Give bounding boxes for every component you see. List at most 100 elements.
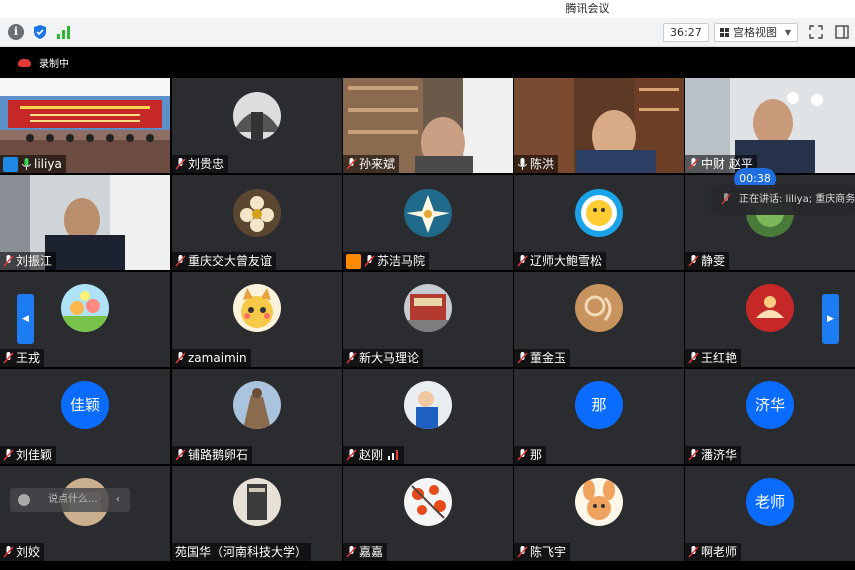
microphone-muted-icon <box>346 352 357 364</box>
participant-name-bar: 刘姣 <box>0 543 45 561</box>
speaking-indicator-text: 正在讲话: liliya; 重庆商务 <box>739 194 855 205</box>
fullscreen-icon[interactable] <box>808 24 824 40</box>
microphone-icon <box>518 158 527 170</box>
participant-name: 潘济华 <box>701 448 738 462</box>
participant-name-bar: 啊老师 <box>685 543 742 561</box>
next-page-button[interactable]: ▶ <box>822 294 839 344</box>
microphone-muted-icon <box>346 546 357 558</box>
participant-tile[interactable]: zamaimin <box>172 272 342 367</box>
shield-icon[interactable] <box>32 24 48 40</box>
chat-input-box[interactable]: 说点什么... ‹ <box>10 488 130 512</box>
participant-name: 啊老师 <box>701 545 738 559</box>
participant-avatar <box>233 189 281 237</box>
participant-tile[interactable]: 刘振江 <box>0 175 170 270</box>
participant-avatar <box>61 284 109 332</box>
participant-avatar <box>233 381 281 429</box>
participant-tile[interactable]: 那 那 <box>514 369 684 464</box>
participant-tile[interactable]: 苏洁马院 <box>343 175 513 270</box>
participant-tile[interactable]: 中财 赵平 <box>685 78 855 173</box>
participant-name-bar: 重庆交大曾友谊 <box>172 252 277 270</box>
participant-avatar <box>233 478 281 526</box>
participant-name: 苑国华（河南科技大学） <box>175 545 308 559</box>
participant-name-bar: 辽师大鲍雪松 <box>514 252 607 270</box>
participant-tile[interactable]: 铺路鹅卵石 <box>172 369 342 464</box>
emoji-icon[interactable] <box>18 494 30 506</box>
microphone-muted-icon <box>3 449 14 461</box>
participant-name-bar: 刘佳颖 <box>0 446 57 464</box>
participant-name: 刘贵忠 <box>188 157 225 171</box>
participant-tile[interactable]: 赵刚 <box>343 369 513 464</box>
participant-tile[interactable]: 孙来斌 <box>343 78 513 173</box>
participant-name-bar: 苏洁马院 <box>343 252 430 270</box>
participant-avatar <box>404 381 452 429</box>
chat-placeholder: 说点什么... <box>48 494 98 505</box>
participant-tile[interactable]: 济华 潘济华 <box>685 369 855 464</box>
meeting-area: 录制中 liliya 刘贵忠 孙来斌 陈洪 中财 赵平 刘振江 重庆交大曾友谊 … <box>0 47 855 570</box>
participant-tile-liliya[interactable]: liliya <box>0 78 170 173</box>
microphone-muted-icon <box>3 352 14 364</box>
microphone-muted-icon <box>517 255 528 267</box>
grid-view-icon <box>720 28 729 37</box>
participant-name: 刘佳颖 <box>16 448 53 462</box>
participant-tile[interactable]: 刘姣 <box>0 466 170 561</box>
recording-indicator[interactable]: 录制中 <box>18 58 69 72</box>
participant-name: 那 <box>530 448 543 462</box>
side-panel-icon[interactable] <box>834 24 850 40</box>
chevron-down-icon: ▼ <box>784 28 791 37</box>
participant-tile[interactable]: 刘贵忠 <box>172 78 342 173</box>
participant-tile[interactable]: 嘉嘉 <box>343 466 513 561</box>
participant-avatar-text: 那 <box>575 381 623 429</box>
participant-avatar <box>404 478 452 526</box>
microphone-muted-icon <box>346 449 357 461</box>
participant-avatar <box>233 284 281 332</box>
participant-avatar <box>233 92 281 140</box>
collapse-chat-icon[interactable]: ‹ <box>116 488 120 512</box>
participant-name: 王戎 <box>16 351 41 365</box>
microphone-muted-icon <box>517 546 528 558</box>
participant-name-bar: zamaimin <box>172 349 251 367</box>
participant-tile[interactable]: 老师 啊老师 <box>685 466 855 561</box>
window-title-text: 腾讯会议 <box>565 2 610 15</box>
participant-name-bar: 孙来斌 <box>343 155 400 173</box>
network-signal-icon[interactable] <box>56 24 72 40</box>
meeting-timer: 36:27 <box>663 23 709 42</box>
participant-name-bar: 赵刚 <box>343 446 405 464</box>
participant-tile[interactable]: 辽师大鲍雪松 <box>514 175 684 270</box>
participant-tile[interactable]: 陈洪 <box>514 78 684 173</box>
microphone-muted-icon <box>175 449 186 461</box>
microphone-muted-icon <box>3 255 14 267</box>
participant-grid: liliya 刘贵忠 孙来斌 陈洪 中财 赵平 刘振江 重庆交大曾友谊 苏洁马院… <box>0 78 855 561</box>
participant-name: 陈飞宇 <box>530 545 567 559</box>
participant-tile[interactable]: 重庆交大曾友谊 <box>172 175 342 270</box>
participant-name: 辽师大鲍雪松 <box>530 254 603 268</box>
participant-name: 孙来斌 <box>359 157 396 171</box>
microphone-muted-icon <box>688 546 699 558</box>
participant-tile[interactable]: 新大马理论 <box>343 272 513 367</box>
participant-name-bar: 潘济华 <box>685 446 742 464</box>
participant-name: 赵刚 <box>359 448 384 462</box>
view-mode-dropdown[interactable]: 宫格视图 ▼ <box>714 23 798 42</box>
participant-name: 铺路鹅卵石 <box>188 448 249 462</box>
participant-tile[interactable]: 佳颖 刘佳颖 <box>0 369 170 464</box>
microphone-muted-icon <box>688 158 699 170</box>
info-icon[interactable]: i <box>8 24 24 40</box>
meeting-toolbar: i 36:27 宫格视图 ▼ <box>0 18 855 47</box>
microphone-muted-icon <box>517 449 528 461</box>
participant-name: 新大马理论 <box>359 351 420 365</box>
microphone-muted-icon <box>3 546 14 558</box>
participant-avatar <box>404 189 452 237</box>
participant-tile[interactable]: 陈飞宇 <box>514 466 684 561</box>
participant-name-bar: 王红艳 <box>685 349 742 367</box>
participant-name: 王红艳 <box>701 351 738 365</box>
microphone-muted-icon <box>175 158 186 170</box>
participant-tile[interactable]: 苑国华（河南科技大学） <box>172 466 342 561</box>
participant-tile[interactable]: 董金玉 <box>514 272 684 367</box>
user-badge-icon <box>346 253 361 269</box>
participant-avatar-text: 老师 <box>746 478 794 526</box>
participant-name: 嘉嘉 <box>359 545 384 559</box>
microphone-active-icon <box>22 158 31 170</box>
microphone-muted-icon <box>688 449 699 461</box>
speaking-indicator-tooltip: 正在讲话: liliya; 重庆商务 <box>711 185 855 215</box>
previous-page-button[interactable]: ◀ <box>17 294 34 344</box>
host-badge-icon <box>3 156 18 172</box>
